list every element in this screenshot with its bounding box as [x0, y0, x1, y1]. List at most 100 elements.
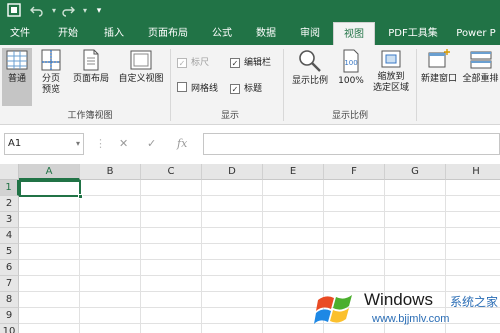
grid-horizontal-line [19, 195, 500, 196]
gridlines-checkbox[interactable]: 网格线 [177, 82, 218, 96]
column-header-g[interactable]: G [385, 164, 446, 180]
cancel-icon[interactable]: ✕ [119, 137, 128, 150]
headings-checkbox[interactable]: ✓ 标题 [230, 82, 262, 96]
enter-icon[interactable]: ✓ [147, 137, 156, 150]
column-header-a[interactable]: A [19, 164, 80, 180]
zoom-label: 显示比例 [291, 76, 328, 86]
formula-input[interactable] [203, 133, 500, 155]
tab-formulas[interactable]: 公式 [204, 22, 240, 45]
zoom-100-button[interactable]: 100 100% [335, 48, 367, 106]
zoom-to-selection-icon [381, 50, 401, 68]
page-break-preview-button[interactable]: 分页 预览 [35, 48, 67, 106]
row-header-10[interactable]: 10 [0, 324, 19, 333]
formula-tools: ⋮ ✕ ✓ fx [95, 133, 199, 155]
ruler-checkbox[interactable]: ✓ 标尺 [177, 56, 209, 70]
grid-horizontal-line [19, 275, 500, 276]
headings-label: 标题 [244, 84, 263, 94]
zoom-button[interactable]: 显示比例 [287, 48, 333, 106]
grid-vertical-line [262, 180, 263, 333]
arrange-all-button[interactable]: 全部重排 [461, 48, 500, 106]
grid-horizontal-line [19, 211, 500, 212]
tab-power-pivot[interactable]: Power P [452, 22, 500, 45]
zoom-group-label: 显示比例 [331, 111, 368, 121]
column-header-c[interactable]: C [141, 164, 202, 180]
grid-horizontal-line [19, 259, 500, 260]
column-header-f[interactable]: F [324, 164, 385, 180]
quick-access-dropdown-icon[interactable]: ▾ [91, 3, 107, 19]
zoom-100-label: 100% [338, 76, 364, 86]
zoom-selection-label-1: 缩放到 [377, 72, 405, 82]
redo-icon[interactable] [60, 3, 76, 19]
arrange-all-icon [470, 51, 491, 69]
name-box[interactable]: A1 ▾ [4, 133, 84, 155]
custom-views-button[interactable]: 自定义视图 [115, 48, 167, 106]
excel-window: ▾ ▾ ▾ 文件 开始 插入 页面布局 公式 数据 审阅 视图 PDF工具集 P… [0, 0, 500, 333]
workbook-views-group-label: 工作簿视图 [67, 111, 113, 121]
grid-horizontal-line [19, 227, 500, 228]
tab-page-layout[interactable]: 页面布局 [140, 22, 196, 45]
normal-view-icon [6, 50, 28, 70]
excel-logo-icon[interactable] [6, 3, 22, 19]
page-layout-view-label: 页面布局 [72, 74, 109, 84]
column-header-d[interactable]: D [202, 164, 263, 180]
normal-view-button[interactable]: 普通 [2, 48, 32, 106]
ruler-label: 标尺 [191, 58, 210, 68]
ribbon-separator [170, 49, 171, 121]
grid-vertical-line [140, 180, 141, 333]
magnifier-icon [299, 50, 321, 72]
row-header-4[interactable]: 4 [0, 228, 19, 244]
page-break-preview-icon [41, 49, 61, 71]
zoom-to-selection-button[interactable]: 缩放到 选定区域 [369, 48, 413, 106]
insert-function-icon[interactable]: fx [177, 137, 187, 150]
active-cell-a1[interactable] [19, 180, 83, 199]
gridlines-check-icon [177, 82, 187, 92]
row-header-6[interactable]: 6 [0, 260, 19, 276]
tab-insert[interactable]: 插入 [94, 22, 134, 45]
arrange-all-label: 全部重排 [462, 74, 499, 84]
watermark-title: Windows [364, 290, 433, 309]
row-header-9[interactable]: 9 [0, 308, 19, 324]
ruler-check-icon: ✓ [177, 58, 187, 68]
tab-review[interactable]: 审阅 [292, 22, 328, 45]
select-all-corner[interactable] [0, 164, 19, 180]
grid-vertical-line [201, 180, 202, 333]
page-break-label-2: 预览 [41, 85, 60, 95]
formula-bar-label: 编辑栏 [244, 58, 272, 68]
tab-file[interactable]: 文件 [0, 22, 40, 45]
row-header-8[interactable]: 8 [0, 292, 19, 308]
tab-pdf-tools[interactable]: PDF工具集 [382, 22, 444, 45]
grid-horizontal-line [19, 243, 500, 244]
grid-vertical-line [79, 180, 80, 333]
zoom-selection-label-2: 选定区域 [372, 83, 409, 93]
tab-view[interactable]: 视图 [333, 22, 375, 45]
watermark-url: www.bjjmlv.com [372, 313, 450, 325]
page-layout-view-icon [83, 49, 99, 71]
formula-bar-checkbox[interactable]: ✓ 编辑栏 [230, 56, 271, 70]
column-header-e[interactable]: E [263, 164, 324, 180]
column-header-b[interactable]: B [80, 164, 141, 180]
undo-icon[interactable] [29, 3, 45, 19]
fill-handle[interactable] [78, 194, 83, 199]
page-break-label-1: 分页 [41, 74, 60, 84]
gridlines-label: 网格线 [191, 84, 219, 94]
row-header-5[interactable]: 5 [0, 244, 19, 260]
title-bar: ▾ ▾ ▾ [0, 0, 500, 22]
tab-data[interactable]: 数据 [248, 22, 284, 45]
row-header-7[interactable]: 7 [0, 276, 19, 292]
show-group-label: 显示 [220, 111, 239, 121]
name-box-dropdown-icon[interactable]: ▾ [76, 134, 80, 154]
ribbon: 普通 分页 预览 页面布局 自定义视图 工作簿视图 ✓ 标尺 ✓ 编辑栏 网格线… [0, 45, 500, 125]
windows-logo-icon [314, 295, 352, 324]
tab-home[interactable]: 开始 [48, 22, 88, 45]
headings-check-icon: ✓ [230, 84, 240, 94]
row-header-3[interactable]: 3 [0, 212, 19, 228]
column-header-h[interactable]: H [446, 164, 500, 180]
formula-bar-check-icon: ✓ [230, 58, 240, 68]
row-header-1[interactable]: 1 [0, 180, 19, 196]
new-window-button[interactable]: 新建窗口 [419, 48, 459, 106]
new-window-icon [428, 49, 450, 68]
row-header-2[interactable]: 2 [0, 196, 19, 212]
new-window-label: 新建窗口 [420, 74, 457, 84]
page-layout-view-button[interactable]: 页面布局 [69, 48, 113, 106]
ribbon-separator [283, 49, 284, 121]
